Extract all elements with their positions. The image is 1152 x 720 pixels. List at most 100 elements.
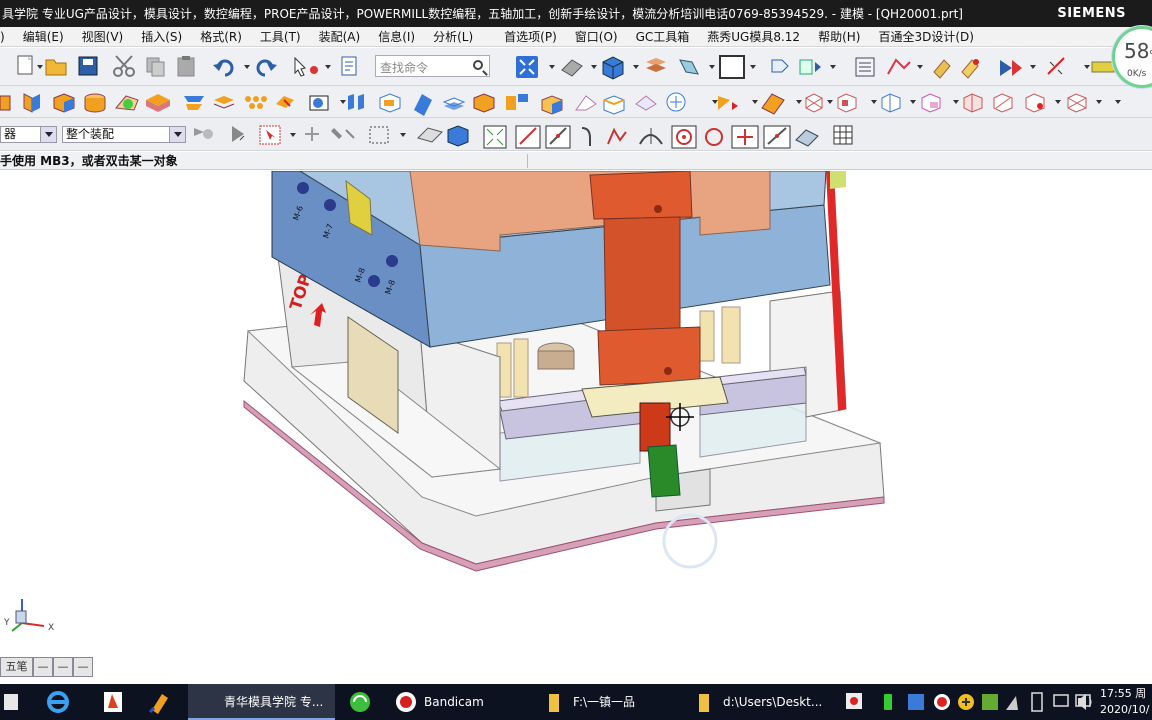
ime-status-bar[interactable]: 五笔 — — — <box>0 657 93 677</box>
menu-item-tools[interactable]: 工具(T) <box>251 28 310 45</box>
shell-icon[interactable] <box>379 93 401 113</box>
style-dropdown-icon[interactable] <box>591 65 597 69</box>
system-clock[interactable]: 17:55 周 2020/10/ <box>1100 684 1150 718</box>
tray-icon-1[interactable] <box>846 693 862 709</box>
new-file-icon[interactable] <box>17 55 33 75</box>
mold-wizard-icon[interactable] <box>718 96 738 110</box>
measure-dropdown-icon[interactable] <box>1084 65 1090 69</box>
orient-dropdown-icon[interactable] <box>633 65 639 69</box>
delete-face-icon[interactable] <box>635 95 657 111</box>
tray-usb-icon[interactable] <box>1031 692 1043 712</box>
edge-blend-icon[interactable] <box>146 94 170 112</box>
select-all-icon[interactable] <box>331 128 355 139</box>
copy-icon[interactable] <box>146 57 165 77</box>
menu-item-edit[interactable]: 编辑(E) <box>14 28 73 45</box>
show-hide-icon[interactable] <box>1000 60 1022 76</box>
chamfer-icon[interactable] <box>184 96 204 110</box>
point-on-curve-icon[interactable] <box>705 128 723 146</box>
repeat-command-icon[interactable] <box>294 56 318 77</box>
mold-base-dropdown-icon[interactable] <box>796 100 802 104</box>
cooling-icon[interactable] <box>1025 93 1045 113</box>
selection-intent-dropdown-icon[interactable] <box>290 133 296 137</box>
bounded-grid-icon[interactable] <box>795 129 819 147</box>
menu-item-yanxiu-mold[interactable]: 燕秀UG模具8.12 <box>698 28 809 45</box>
sew-icon[interactable] <box>541 95 563 115</box>
arc-center-icon[interactable] <box>639 128 663 145</box>
assembly-constraint-icon[interactable] <box>799 59 821 75</box>
mid-point-icon[interactable] <box>545 125 571 149</box>
ejector-pin-icon[interactable] <box>837 93 857 113</box>
cut-icon[interactable] <box>113 55 135 77</box>
paste-icon[interactable] <box>177 56 195 77</box>
undo-dropdown-icon[interactable] <box>244 65 250 69</box>
runner-icon[interactable] <box>993 93 1013 113</box>
chevron-down-icon[interactable] <box>169 127 185 142</box>
tray-add-icon[interactable] <box>958 694 974 710</box>
rectangle-dropdown-icon[interactable] <box>400 133 406 137</box>
selection-scope-select[interactable]: 整个装配 <box>62 126 186 143</box>
standard-part-dropdown-icon[interactable] <box>827 100 833 104</box>
ime-button-3[interactable]: — <box>73 657 93 677</box>
fit-view-dropdown-icon[interactable] <box>549 65 555 69</box>
rendering-style-icon[interactable] <box>561 59 583 77</box>
rectangle-select-icon[interactable] <box>369 126 389 144</box>
mold-wizard-dropdown-icon[interactable] <box>752 100 758 104</box>
grid-icon[interactable] <box>833 125 853 145</box>
tray-chat-icon[interactable] <box>1053 694 1069 707</box>
background-color-icon[interactable] <box>719 55 745 79</box>
gate-icon[interactable] <box>963 93 983 113</box>
chevron-down-icon[interactable] <box>40 127 56 142</box>
pattern-icon[interactable] <box>213 96 235 109</box>
pinned-app-icon-1[interactable] <box>104 692 122 712</box>
slider-dropdown-icon[interactable] <box>910 100 916 104</box>
cylinder-icon[interactable] <box>84 93 106 113</box>
menu-item-gc-toolbox[interactable]: GC工具箱 <box>627 28 699 45</box>
tray-nvidia-icon[interactable] <box>982 694 998 710</box>
thicken-icon[interactable] <box>442 97 466 110</box>
edit-object-icon[interactable] <box>933 59 951 79</box>
undo-icon[interactable] <box>213 59 234 77</box>
show-hide-dropdown-icon[interactable] <box>1030 65 1036 69</box>
replace-face-icon[interactable] <box>603 95 625 115</box>
extrude-icon[interactable] <box>0 95 11 111</box>
command-finder-search-input[interactable]: 查找命令 <box>375 55 490 77</box>
orient-view-icon[interactable] <box>602 56 624 80</box>
layer-icon[interactable] <box>646 58 666 72</box>
electrode-dropdown-icon[interactable] <box>1096 100 1102 104</box>
extract-geometry-icon[interactable] <box>506 94 528 110</box>
ime-mode-label[interactable]: 五笔 <box>0 657 33 677</box>
feature-dropdown-icon[interactable] <box>712 100 718 104</box>
menu-item-file-edge[interactable]: ) <box>0 30 14 44</box>
taskbar-item-nx[interactable]: 青华模具学院 专... <box>188 684 335 720</box>
menu-item-information[interactable]: 信息(I) <box>369 28 424 45</box>
menu-item-window[interactable]: 窗口(O) <box>566 28 627 45</box>
background-dropdown-icon[interactable] <box>750 65 756 69</box>
block-icon[interactable] <box>53 93 75 113</box>
more-dropdown-icon[interactable] <box>1115 100 1121 104</box>
trim-body-icon[interactable] <box>309 95 329 111</box>
trim-dropdown-icon[interactable] <box>340 100 346 104</box>
tray-icon-3[interactable] <box>908 694 924 710</box>
taskbar-item-folder-d[interactable]: d:\Users\Deskt... <box>687 684 831 720</box>
snap-point-filter-icon[interactable] <box>232 126 245 142</box>
point-on-face-icon[interactable] <box>763 125 791 149</box>
repeat-dropdown-icon[interactable] <box>325 65 331 69</box>
wave-geometry-icon[interactable] <box>887 58 911 75</box>
type-filter-select[interactable]: 器 <box>0 126 57 143</box>
mold-model-view[interactable]: TOP M-6 M-7 M-8 M-8 X Y <box>0 171 1152 684</box>
tray-battery-icon[interactable] <box>884 694 892 710</box>
tray-volume-icon[interactable] <box>1078 694 1092 710</box>
draft-icon[interactable] <box>348 94 364 110</box>
existing-point-icon[interactable] <box>731 125 759 149</box>
taskbar-item-folder-f[interactable]: F:\一镇一品 <box>537 684 681 720</box>
snap-enable-icon[interactable] <box>483 125 507 149</box>
selection-intent-icon[interactable] <box>259 125 281 145</box>
slider-lifter-icon[interactable] <box>881 93 901 113</box>
ime-button-2[interactable]: — <box>53 657 73 677</box>
mold-base-icon[interactable] <box>761 93 785 115</box>
assembly-navigator-icon[interactable] <box>855 57 875 77</box>
fit-view-icon[interactable] <box>516 56 538 78</box>
control-point-icon[interactable] <box>581 127 591 146</box>
menu-item-insert[interactable]: 插入(S) <box>132 28 191 45</box>
save-icon[interactable] <box>78 56 98 76</box>
